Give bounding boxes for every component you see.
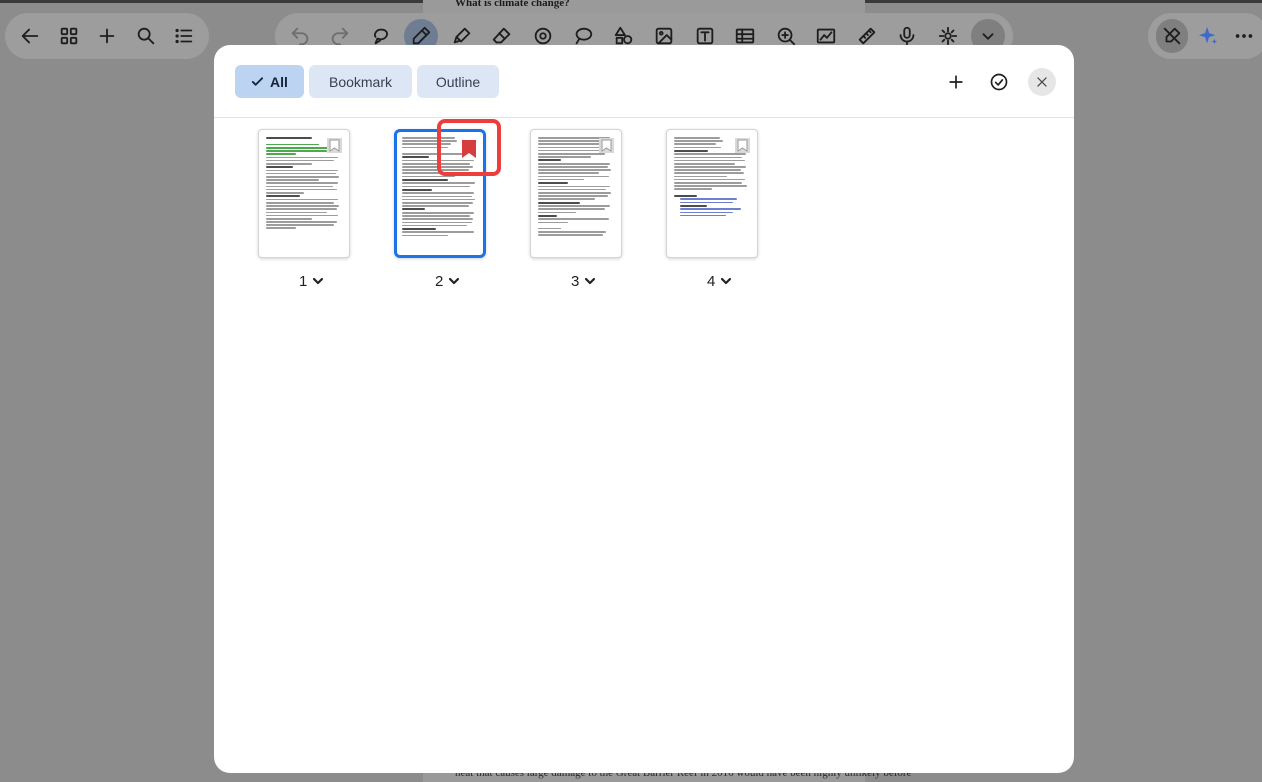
dialog-header: All Bookmark Outline — [214, 45, 1074, 118]
chevron-down-icon — [721, 277, 732, 285]
page-number-4[interactable]: 4 — [707, 271, 732, 291]
list-icon[interactable] — [167, 19, 201, 53]
grid-icon[interactable] — [52, 19, 86, 53]
page-thumbnail-3[interactable] — [530, 129, 622, 258]
bookmark-outline-icon[interactable] — [599, 138, 614, 153]
page-content-preview — [674, 137, 750, 251]
close-button[interactable] — [1028, 68, 1056, 96]
page-content-preview — [538, 137, 614, 251]
checkmark-icon — [251, 75, 264, 88]
search-icon[interactable] — [129, 19, 163, 53]
chevron-down-icon — [585, 277, 596, 285]
more-icon[interactable] — [1228, 19, 1260, 53]
add-page-button[interactable] — [942, 68, 970, 96]
page-number-1[interactable]: 1 — [299, 271, 324, 291]
document-heading: What is climate change? — [455, 0, 570, 9]
page-overview-dialog: All Bookmark Outline 1 2 3 4 — [214, 45, 1074, 773]
tab-outline[interactable]: Outline — [417, 65, 499, 98]
assistant-toolbar — [1148, 13, 1262, 59]
tab-label: All — [270, 73, 288, 90]
select-all-button[interactable] — [985, 68, 1013, 96]
chevron-down-icon — [449, 277, 460, 285]
sparkle-icon[interactable] — [1192, 19, 1224, 53]
page-number-3[interactable]: 3 — [571, 271, 596, 291]
add-icon — [949, 75, 963, 89]
page-thumbnail-1[interactable] — [258, 129, 350, 258]
chevron-down-icon — [313, 277, 324, 285]
select-all-icon — [990, 73, 1008, 91]
tab-label: Outline — [435, 73, 481, 90]
page-thumbnail-4[interactable] — [666, 129, 758, 258]
close-icon — [1037, 77, 1047, 87]
page-content-preview — [266, 137, 342, 251]
bookmark-outline-icon[interactable] — [327, 138, 342, 153]
navigation-toolbar — [5, 13, 209, 59]
back-arrow-icon[interactable] — [13, 19, 47, 53]
pen-off-icon[interactable] — [1156, 19, 1188, 53]
tab-label: Bookmark — [328, 73, 393, 90]
plus-icon[interactable] — [90, 19, 124, 53]
bookmark-highlight — [437, 119, 501, 176]
bookmark-outline-icon[interactable] — [735, 138, 750, 153]
page-number-2[interactable]: 2 — [435, 271, 460, 291]
tab-all[interactable]: All — [235, 65, 304, 98]
tab-bookmark[interactable]: Bookmark — [309, 65, 412, 98]
